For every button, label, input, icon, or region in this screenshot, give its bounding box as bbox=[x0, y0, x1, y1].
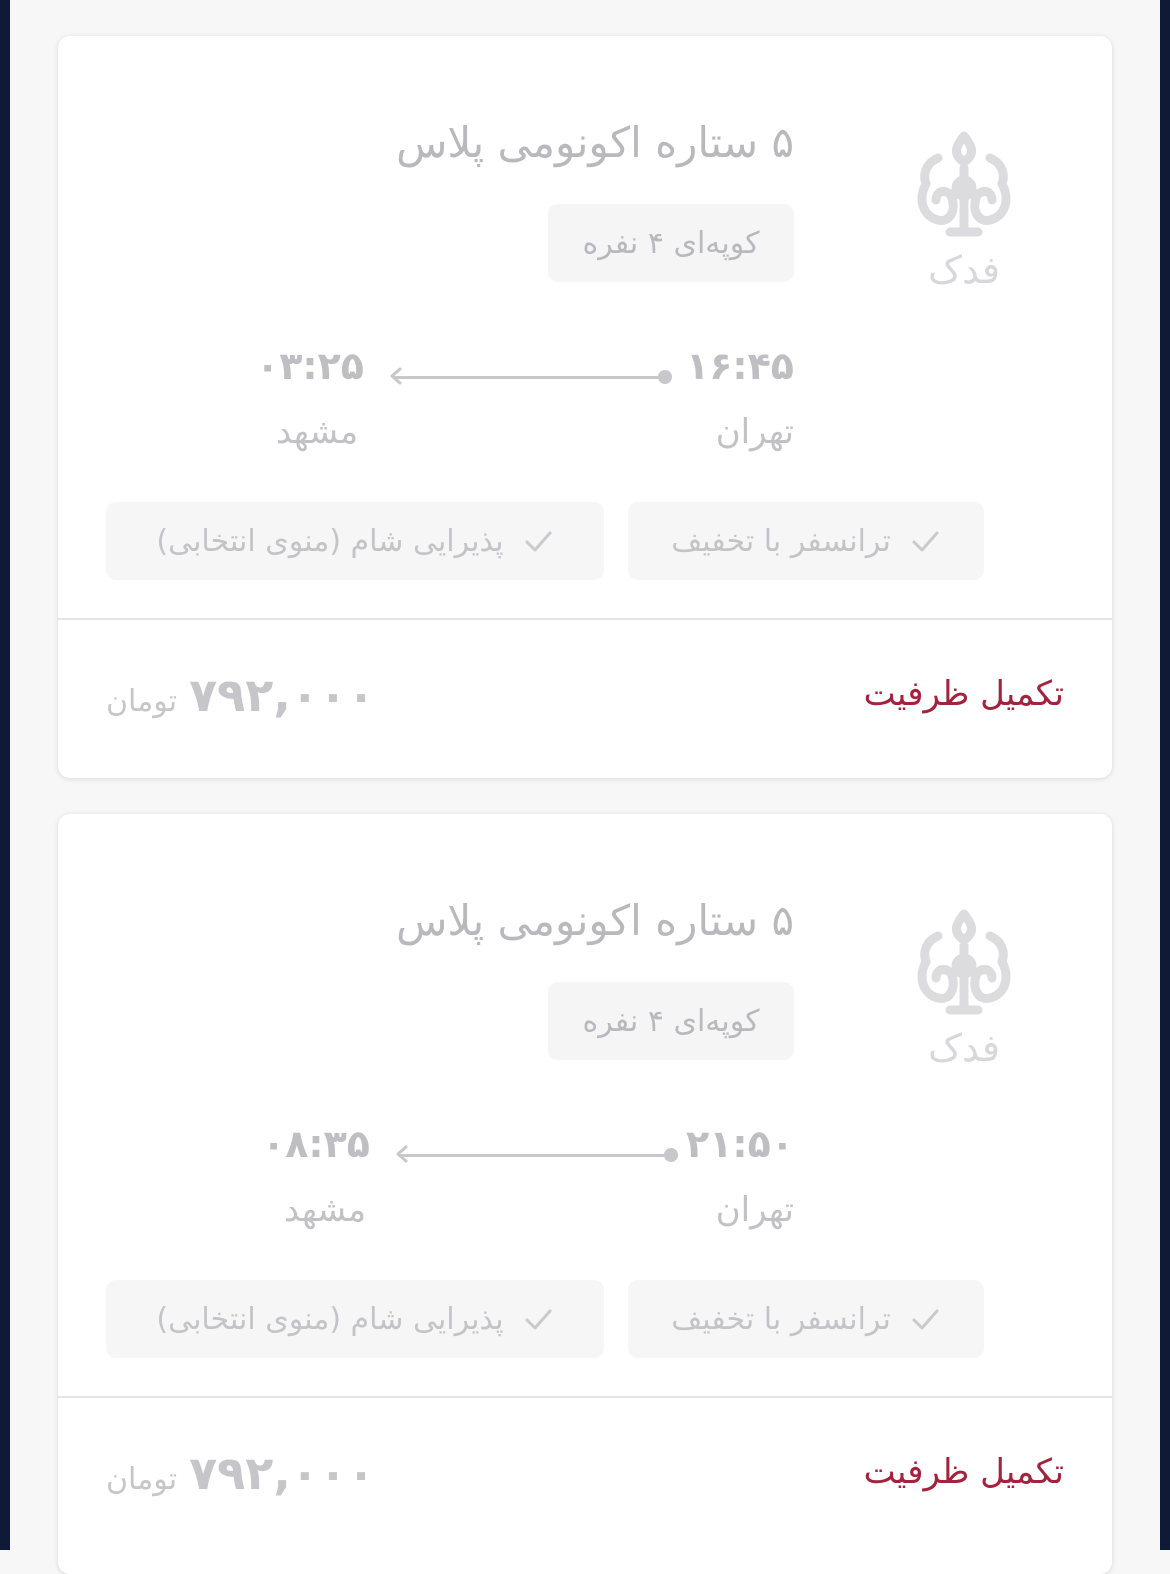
status-badge: تکمیل ظرفیت bbox=[863, 674, 1064, 714]
company-logo: فدک bbox=[904, 128, 1024, 298]
feature-transfer: ترانسفر با تخفیف bbox=[628, 1280, 984, 1358]
ticket-title: ۵ ستاره اکونومی پلاس bbox=[396, 896, 794, 945]
fadak-logo-icon bbox=[917, 909, 1011, 1015]
arrow-left-icon bbox=[396, 1145, 408, 1163]
departure-time: ۲۱:۵۰ bbox=[686, 1122, 794, 1166]
arrival-time: ۰۸:۳۵ bbox=[262, 1122, 370, 1166]
check-icon bbox=[525, 531, 552, 552]
destination-city: مشهد bbox=[276, 412, 359, 452]
price-currency: تومان bbox=[106, 1462, 178, 1497]
feature-dinner: پذیرایی شام (منوی انتخابی) bbox=[106, 1280, 604, 1358]
destination-city: مشهد bbox=[284, 1190, 367, 1230]
feature-label: ترانسفر با تخفیف bbox=[671, 523, 891, 559]
arrival-time: ۰۳:۲۵ bbox=[256, 344, 364, 388]
status-badge: تکمیل ظرفیت bbox=[863, 1452, 1064, 1492]
departure-time: ۱۶:۴۵ bbox=[686, 344, 794, 388]
check-icon bbox=[912, 1309, 939, 1330]
check-icon bbox=[912, 531, 939, 552]
feature-label: ترانسفر با تخفیف bbox=[671, 1301, 891, 1337]
window-frame-left bbox=[0, 0, 10, 1550]
ticket-price: ۷۹۲,۰۰۰ تومان bbox=[106, 1446, 375, 1500]
ticket-title: ۵ ستاره اکونومی پلاس bbox=[396, 118, 794, 167]
origin-city: تهران bbox=[715, 1190, 794, 1230]
company-logo: فدک bbox=[904, 906, 1024, 1076]
check-icon bbox=[525, 1309, 552, 1330]
company-name: فدک bbox=[927, 1026, 1001, 1070]
price-currency: تومان bbox=[106, 684, 178, 719]
ticket-card[interactable]: فدک ۵ ستاره اکونومی پلاس کوپه‌ای ۴ نفره … bbox=[58, 814, 1112, 1574]
company-name: فدک bbox=[927, 248, 1001, 292]
feature-transfer: ترانسفر با تخفیف bbox=[628, 502, 984, 580]
route-line bbox=[400, 1154, 670, 1157]
ticket-price: ۷۹۲,۰۰۰ تومان bbox=[106, 668, 375, 722]
route-line bbox=[394, 376, 664, 379]
feature-label: پذیرایی شام (منوی انتخابی) bbox=[156, 523, 504, 559]
coupe-badge: کوپه‌ای ۴ نفره bbox=[548, 204, 794, 282]
fadak-logo-icon bbox=[917, 131, 1011, 237]
price-amount: ۷۹۲,۰۰۰ bbox=[189, 668, 376, 722]
ticket-card[interactable]: فدک ۵ ستاره اکونومی پلاس کوپه‌ای ۴ نفره … bbox=[58, 36, 1112, 778]
origin-city: تهران bbox=[715, 412, 794, 452]
window-frame-right bbox=[1160, 0, 1170, 1550]
feature-dinner: پذیرایی شام (منوی انتخابی) bbox=[106, 502, 604, 580]
arrow-left-icon bbox=[390, 367, 402, 385]
price-amount: ۷۹۲,۰۰۰ bbox=[189, 1446, 376, 1500]
feature-label: پذیرایی شام (منوی انتخابی) bbox=[156, 1301, 504, 1337]
coupe-badge: کوپه‌ای ۴ نفره bbox=[548, 982, 794, 1060]
